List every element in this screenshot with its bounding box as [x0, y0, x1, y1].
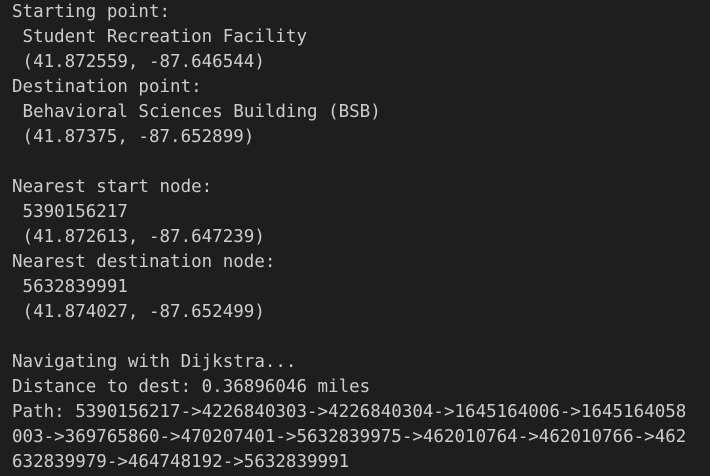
output-line-path-continued: 632839979->464748192->5632839991 — [12, 452, 350, 472]
output-line-destination-point-label: Destination point: — [12, 77, 202, 97]
output-line-start-coords: (41.872559, -87.646544) — [12, 52, 265, 72]
output-line-nearest-start-coords: (41.872613, -87.647239) — [12, 227, 265, 247]
output-line-path-continued: 003->369765860->470207401->5632839975->4… — [12, 427, 687, 447]
terminal-output[interactable]: Starting point: Student Recreation Facil… — [0, 0, 710, 476]
output-line-nearest-destination-label: Nearest destination node: — [12, 252, 276, 272]
output-line-starting-point-label: Starting point: — [12, 2, 171, 22]
output-line-nearest-start-label: Nearest start node: — [12, 177, 213, 197]
output-line-nearest-destination-id: 5632839991 — [12, 277, 128, 297]
output-line-distance: Distance to dest: 0.36896046 miles — [12, 377, 371, 397]
output-line-start-name: Student Recreation Facility — [12, 27, 308, 47]
output-line-destination-coords: (41.87375, -87.652899) — [12, 127, 255, 147]
output-line-navigating: Navigating with Dijkstra... — [12, 352, 297, 372]
output-line-nearest-start-id: 5390156217 — [12, 202, 128, 222]
output-line-nearest-destination-coords: (41.874027, -87.652499) — [12, 302, 265, 322]
output-line-destination-name: Behavioral Sciences Building (BSB) — [12, 102, 381, 122]
output-line-path: Path: 5390156217->4226840303->4226840304… — [12, 402, 687, 422]
